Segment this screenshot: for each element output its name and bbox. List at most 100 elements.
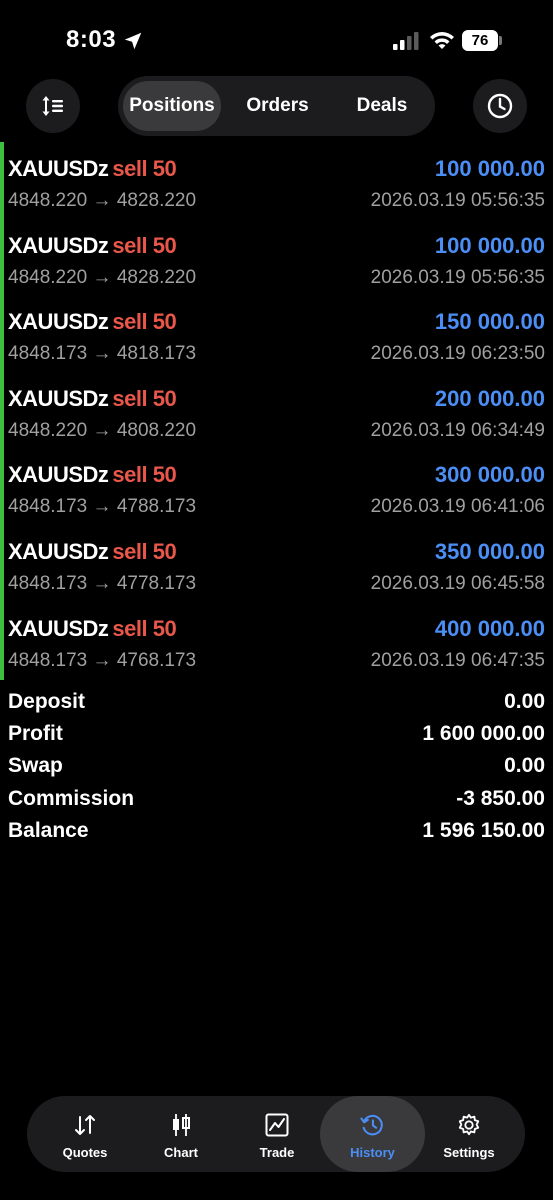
deal-time: 2026.03.19 06:41:06 xyxy=(370,496,545,518)
deal-profit: 100 000.00 xyxy=(434,156,545,181)
status-bar: 8:03 76 xyxy=(0,0,553,80)
nav-chart[interactable]: Chart xyxy=(133,1096,229,1172)
trade-side: sell 50 xyxy=(112,538,177,564)
open-price: 4848.220 xyxy=(8,419,88,441)
view-segmented-control: Positions Orders Deals xyxy=(118,76,435,136)
arrow-icon: → xyxy=(92,572,112,594)
summary-value: 1 596 150.00 xyxy=(422,818,545,842)
nav-history[interactable]: History xyxy=(320,1096,425,1172)
sort-button[interactable] xyxy=(26,79,80,133)
open-price: 4848.173 xyxy=(8,343,88,365)
deal-row[interactable]: XAUUSDz sell 50 150 000.00 4848.173 → 4818.… xyxy=(0,303,553,380)
chart-icon xyxy=(173,1114,190,1136)
wifi-icon xyxy=(430,32,454,49)
summary-label: Profit xyxy=(8,722,63,746)
symbol-name: XAUUSDz xyxy=(8,156,109,181)
deal-symbol: XAUUSDz sell 50 xyxy=(8,615,177,642)
deal-prices: 4848.220 → 4808.220 xyxy=(8,420,196,442)
arrow-icon: → xyxy=(92,649,112,671)
close-price: 4768.173 xyxy=(116,649,197,671)
summary-value: 0.00 xyxy=(504,754,545,778)
symbol-name: XAUUSDz xyxy=(8,538,109,564)
deal-row[interactable]: XAUUSDz sell 50 300 000.00 4848.173 → 4788.… xyxy=(0,456,553,533)
deal-symbol: XAUUSDz sell 50 xyxy=(8,462,177,488)
summary-row-profit: Profit 1 600 000.00 xyxy=(0,720,553,752)
period-button[interactable] xyxy=(473,79,527,133)
arrow-icon: → xyxy=(92,419,112,441)
deal-row[interactable]: XAUUSDz sell 50 200 000.00 4848.220 → 4808.… xyxy=(0,380,553,457)
tab-orders[interactable]: Orders xyxy=(230,81,325,131)
symbol-name: XAUUSDz xyxy=(8,615,109,641)
summary-value: 0.00 xyxy=(504,690,545,713)
nav-quotes[interactable]: Quotes xyxy=(37,1096,133,1172)
summary-value: 1 600 000.00 xyxy=(422,722,545,746)
close-price: 4808.220 xyxy=(116,419,197,441)
summary-section: Deposit 0.00 Profit 1 600 000.00 Swap 0.00 Com… xyxy=(0,688,553,849)
deal-time: 2026.03.19 05:56:35 xyxy=(370,266,545,288)
summary-label: Deposit xyxy=(8,690,86,713)
close-price: 4828.220 xyxy=(116,190,197,211)
deal-profit: 350 000.00 xyxy=(434,538,545,564)
tab-deals[interactable]: Deals xyxy=(333,81,431,131)
deal-list: XAUUSDz sell 50 100 000.00 4848.220 → 4828.… xyxy=(0,150,553,686)
deal-prices: 4848.220 → 4828.220 xyxy=(8,267,196,289)
deal-profit: 150 000.00 xyxy=(434,309,545,335)
gear-icon xyxy=(458,1113,480,1136)
deal-row[interactable]: XAUUSDz sell 50 350 000.00 4848.173 → 4778.… xyxy=(0,533,553,610)
deal-time: 2026.03.19 06:23:50 xyxy=(370,343,545,365)
deal-symbol: XAUUSDz sell 50 xyxy=(8,156,177,182)
summary-label: Swap xyxy=(8,754,63,778)
trade-side: sell 50 xyxy=(112,615,177,641)
battery-tip xyxy=(499,36,502,45)
arrow-icon: → xyxy=(92,190,112,211)
trade-icon xyxy=(265,1113,289,1137)
deal-time: 2026.03.19 06:45:58 xyxy=(370,572,545,594)
trade-side: sell 50 xyxy=(112,232,177,258)
nav-settings-label: Settings xyxy=(443,1145,495,1160)
trade-side: sell 50 xyxy=(112,156,177,181)
summary-label: Commission xyxy=(8,786,135,810)
deal-prices: 4848.173 → 4818.173 xyxy=(8,343,196,365)
nav-settings[interactable]: Settings xyxy=(421,1096,517,1172)
summary-row-deposit: Deposit 0.00 xyxy=(0,688,553,720)
battery-indicator: 76 xyxy=(462,30,498,51)
history-icon xyxy=(360,1114,383,1136)
nav-history-label: History xyxy=(350,1145,395,1160)
deal-row[interactable]: XAUUSDz sell 50 400 000.00 4848.173 → 4768.… xyxy=(0,610,553,687)
quotes-icon xyxy=(75,1115,95,1135)
tab-positions[interactable]: Positions xyxy=(123,81,221,131)
symbol-name: XAUUSDz xyxy=(8,309,109,335)
close-price: 4828.220 xyxy=(116,266,197,288)
summary-row-swap: Swap 0.00 xyxy=(0,752,553,784)
deal-prices: 4848.173 → 4788.173 xyxy=(8,496,196,518)
summary-row-balance: Balance 1 596 150.00 xyxy=(0,817,553,849)
close-price: 4778.173 xyxy=(116,572,197,594)
deal-row[interactable]: XAUUSDz sell 50 100 000.00 4848.220 → 4828.… xyxy=(0,150,553,227)
deal-row[interactable]: XAUUSDz sell 50 100 000.00 4848.220 → 4828.… xyxy=(0,227,553,304)
cellular-signal-icon xyxy=(393,32,419,50)
arrow-icon: → xyxy=(92,266,112,288)
deal-time: 2026.03.19 06:34:49 xyxy=(370,419,545,441)
bottom-nav: Quotes Chart Trade History Settings xyxy=(27,1096,525,1172)
symbol-name: XAUUSDz xyxy=(8,462,109,488)
arrow-icon: → xyxy=(92,343,112,365)
battery-level: 76 xyxy=(471,32,489,49)
arrow-icon: → xyxy=(92,496,112,518)
trade-side: sell 50 xyxy=(112,385,177,411)
summary-label: Balance xyxy=(8,818,89,842)
deal-prices: 4848.173 → 4768.173 xyxy=(8,650,196,672)
deal-symbol: XAUUSDz sell 50 xyxy=(8,385,177,412)
deal-prices: 4848.220 → 4828.220 xyxy=(8,190,196,212)
close-price: 4788.173 xyxy=(116,496,197,518)
location-arrow-icon xyxy=(124,32,142,50)
nav-trade-label: Trade xyxy=(259,1145,295,1160)
sort-icon xyxy=(42,96,63,116)
summary-row-commission: Commission -3 850.00 xyxy=(0,785,553,817)
summary-value: -3 850.00 xyxy=(456,786,545,810)
nav-chart-label: Chart xyxy=(164,1145,198,1160)
deal-profit: 100 000.00 xyxy=(434,232,545,258)
deal-symbol: XAUUSDz sell 50 xyxy=(8,232,177,259)
deal-profit: 400 000.00 xyxy=(434,615,545,641)
nav-trade[interactable]: Trade xyxy=(229,1096,325,1172)
deal-time: 2026.03.19 06:47:35 xyxy=(370,649,545,671)
